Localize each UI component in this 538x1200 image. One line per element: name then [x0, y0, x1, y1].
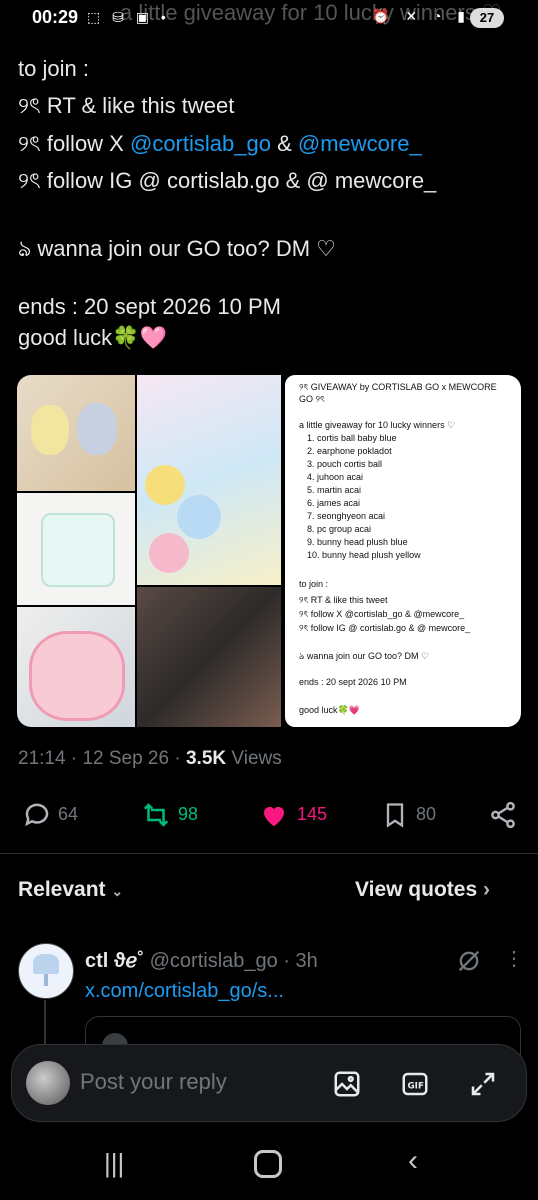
note-follow-ig: ୨ৎ follow IG @ cortislab.go & @ mewcore_: [299, 623, 471, 633]
thread-line: [44, 1000, 46, 1050]
share-icon[interactable]: [488, 800, 518, 830]
lamp-icon: [33, 954, 59, 974]
system-nav-bar: ||| ‹: [0, 1130, 538, 1200]
notification-icons: ⬚ ⛁ ▣ •: [87, 9, 170, 25]
image-icon[interactable]: [332, 1069, 362, 1099]
more-options-icon[interactable]: ⋮: [504, 946, 524, 971]
reply-time: · 3h: [283, 950, 318, 972]
tweet-line-5: ঌ wanna join our GO too? DM ♡: [18, 236, 336, 261]
note-item: 1. cortis ball baby blue: [307, 433, 397, 443]
note-title: ୨ৎ GIVEAWAY by CORTISLAB GO x MEWCORE: [299, 382, 497, 392]
sort-relevant-dropdown[interactable]: Relevant ⌄: [18, 878, 123, 902]
views-label: Views: [231, 748, 282, 769]
note-item: 3. pouch cortis ball: [307, 459, 383, 469]
note-item: 2. earphone pokladot: [307, 446, 392, 456]
pink-pouch-shape: [29, 631, 125, 721]
media-grid[interactable]: ୨ৎ GIVEAWAY by CORTISLAB GO x MEWCORE GO…: [17, 375, 521, 727]
tweet-date: 12 Sep 26: [82, 748, 170, 769]
note-rt: ୨ৎ RT & like this tweet: [299, 595, 388, 605]
retweet-icon[interactable]: [140, 800, 172, 830]
mention-link-cortislab[interactable]: @cortislab_go: [130, 131, 271, 156]
svg-text:GIF: GIF: [408, 1081, 424, 1091]
recent-apps-icon[interactable]: |||: [104, 1148, 124, 1179]
photo-earphones[interactable]: [17, 493, 135, 605]
note-item: 9. bunny head plush blue: [307, 537, 408, 547]
status-time: 00:29: [32, 7, 79, 27]
blue-ball-shape: [177, 495, 221, 539]
tweet-line-2: ୨ৎ RT & like this tweet: [18, 93, 235, 118]
note-ends: ends : 20 sept 2026 10 PM: [299, 677, 407, 687]
views-count[interactable]: 3.5K: [186, 748, 226, 769]
user-avatar[interactable]: [26, 1061, 70, 1105]
yellow-plush-shape: [31, 405, 69, 455]
divider: [0, 853, 538, 854]
chevron-down-icon: ⌄: [111, 883, 124, 899]
note-dm: ঌ wanna join our GO too? DM ♡: [299, 651, 430, 661]
reply-display-name[interactable]: ctl ϑℯ˚: [85, 950, 144, 972]
reply-input[interactable]: Post your reply: [80, 1069, 227, 1095]
system-icons: ⏰ ✕ ◔ ▮: [372, 8, 471, 24]
chevron-right-icon: ›: [483, 878, 490, 901]
home-icon[interactable]: [254, 1150, 282, 1178]
photo-photocards[interactable]: [137, 375, 281, 585]
reply-composer[interactable]: Post your reply GIF: [11, 1044, 527, 1122]
action-bar: 64 98 145 80: [0, 798, 538, 832]
view-quotes-label: View quotes: [355, 878, 478, 901]
like-count: 145: [297, 804, 328, 824]
photo-group-selfies[interactable]: [137, 587, 281, 727]
yellow-ball-shape: [145, 465, 185, 505]
note-item: 5. martin acai: [307, 485, 362, 495]
pink-ball-shape: [149, 533, 189, 573]
giveaway-notes-image[interactable]: ୨ৎ GIVEAWAY by CORTISLAB GO x MEWCORE GO…: [285, 375, 521, 727]
earphone-box-shape: [41, 513, 115, 587]
bookmark-count: 80: [416, 804, 437, 824]
grok-icon[interactable]: [455, 947, 483, 975]
note-item: 6. james acai: [307, 498, 361, 508]
tweet-line-3-text: ୨ৎ follow X: [18, 131, 130, 156]
note-item: 4. juhoon acai: [307, 472, 364, 482]
expand-icon[interactable]: [468, 1069, 498, 1099]
back-icon[interactable]: ‹: [408, 1144, 418, 1178]
note-follow-x: ୨ৎ follow X @cortislab_go & @mewcore_: [299, 609, 465, 619]
ampersand: &: [270, 131, 298, 156]
bookmark-icon[interactable]: [381, 800, 409, 830]
reply-header: ctl ϑℯ˚ @cortislab_go · 3h: [85, 948, 318, 973]
reply-count: 64: [58, 804, 79, 824]
reply-avatar[interactable]: [18, 943, 74, 999]
gif-icon[interactable]: GIF: [400, 1069, 430, 1099]
reply-link[interactable]: x.com/cortislab_go/s...: [85, 980, 284, 1003]
tweet-meta: 21:14 · 12 Sep 26 · 3.5K Views: [18, 748, 282, 769]
view-quotes-link[interactable]: View quotes ›: [355, 878, 490, 902]
retweet-count: 98: [178, 804, 199, 824]
like-icon[interactable]: [258, 800, 290, 830]
lamp-stand: [44, 974, 48, 986]
tweet-line-1: to join :: [18, 56, 89, 81]
mention-link-mewcore[interactable]: @mewcore_: [298, 131, 422, 156]
reply-handle[interactable]: @cortislab_go: [150, 950, 278, 972]
tweet-line-4: ୨ৎ follow IG @ cortislab.go & @ mewcore_: [18, 168, 437, 193]
note-item: 7. seonghyeon acai: [307, 511, 386, 521]
tweet-line-7: good luck🍀🩷: [18, 325, 167, 350]
note-join: to join :: [299, 579, 329, 589]
photo-pouch[interactable]: [17, 607, 135, 727]
note-item: 10. bunny head plush yellow: [307, 550, 421, 560]
photo-plush-bunnies[interactable]: [17, 375, 135, 491]
note-intro: a little giveaway for 10 lucky winners ♡: [299, 420, 456, 430]
battery-indicator: 27: [470, 8, 504, 28]
note-item: 8. pc group acai: [307, 524, 372, 534]
status-bar: a little giveaway for 10 lucky winners ♡…: [0, 0, 538, 36]
tweet-line-3: ୨ৎ follow X @cortislab_go & @mewcore_: [18, 127, 422, 164]
tweet-time: 21:14: [18, 748, 66, 769]
reply-icon[interactable]: [22, 800, 52, 830]
sort-label: Relevant: [18, 878, 106, 901]
note-luck: good luck🍀💗: [299, 705, 360, 715]
note-title-2: GO ୨ৎ: [299, 394, 325, 404]
tweet-line-6: ends : 20 sept 2026 10 PM: [18, 294, 281, 319]
blue-plush-shape: [77, 403, 117, 455]
